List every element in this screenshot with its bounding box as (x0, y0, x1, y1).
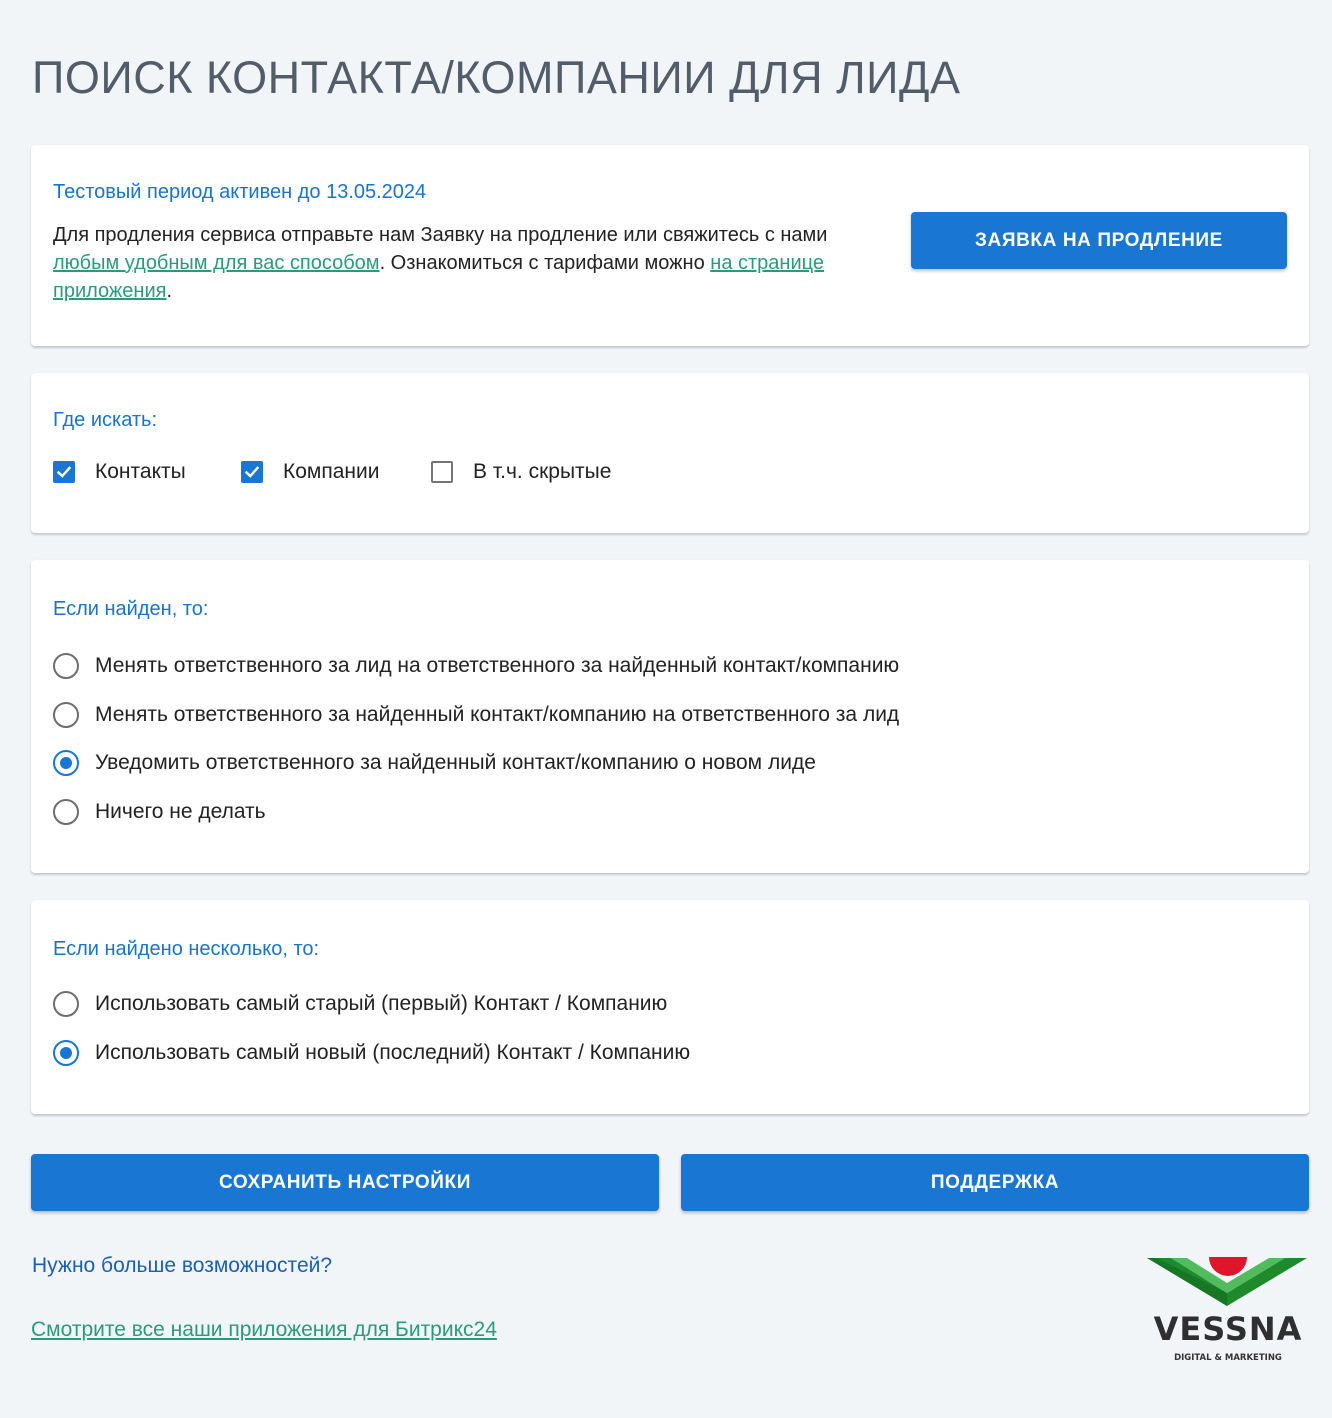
radio-found-option[interactable]: Ничего не делать (53, 799, 266, 825)
trial-text-part3: . (166, 280, 173, 302)
all-apps-link[interactable]: Смотрите все наши приложения для Битрикс… (31, 1318, 497, 1342)
radio-found-option-label: Уведомить ответственного за найденный ко… (95, 751, 816, 774)
trial-text-part2: . Ознакомиться с тарифами можно (379, 252, 711, 274)
radio-many-option[interactable]: Использовать самый новый (последний) Кон… (53, 1040, 690, 1066)
support-button[interactable]: ПОДДЕРЖКА (681, 1154, 1309, 1211)
where-to-search-card: Где искать: Контакты Компании В т.ч. скр… (31, 373, 1309, 533)
trial-status-title: Тестовый период активен до 13.05.2024 (53, 181, 427, 203)
where-to-search-title: Где искать: (53, 409, 158, 431)
checkbox-contacts[interactable]: Контакты (53, 459, 186, 485)
logo-wordmark: VESSNA (1154, 1310, 1303, 1348)
vessna-logo: VESSNA DIGITAL & MARKETING (1145, 1253, 1311, 1363)
if-found-title: Если найден, то: (53, 598, 209, 620)
checkbox-contacts-label: Контакты (95, 460, 186, 483)
trial-description: Для продления сервиса отправьте нам Заяв… (53, 221, 883, 305)
trial-text-part1: Для продления сервиса отправьте нам Заяв… (53, 224, 828, 246)
if-many-title: Если найдено несколько, то: (53, 938, 320, 960)
checkbox-companies[interactable]: Компании (241, 459, 379, 485)
radio-found-option[interactable]: Уведомить ответственного за найденный ко… (53, 750, 816, 776)
radio-unselected-icon[interactable] (53, 991, 79, 1017)
radio-selected-icon[interactable] (53, 750, 79, 776)
radio-unselected-icon[interactable] (53, 799, 79, 825)
if-found-card: Если найден, то: Менять ответственного з… (31, 560, 1309, 873)
if-many-card: Если найдено несколько, то: Использовать… (31, 900, 1309, 1114)
checkbox-checked-icon[interactable] (241, 461, 263, 483)
radio-many-option[interactable]: Использовать самый старый (первый) Конта… (53, 991, 667, 1017)
radio-found-option[interactable]: Менять ответственного за лид на ответств… (53, 653, 899, 679)
radio-many-option-label: Использовать самый старый (первый) Конта… (95, 992, 668, 1015)
contact-us-link[interactable]: любым удобным для вас способом (53, 252, 380, 274)
radio-unselected-icon[interactable] (53, 702, 79, 728)
checkbox-checked-icon[interactable] (53, 461, 75, 483)
radio-found-option[interactable]: Менять ответственного за найденный конта… (53, 702, 899, 728)
checkbox-unchecked-icon[interactable] (431, 461, 453, 483)
radio-found-option-label: Менять ответственного за найденный конта… (95, 703, 900, 726)
trial-card: Тестовый период активен до 13.05.2024 Дл… (31, 145, 1309, 346)
radio-many-option-label: Использовать самый новый (последний) Кон… (95, 1041, 691, 1064)
checkbox-hidden[interactable]: В т.ч. скрытые (431, 459, 611, 485)
radio-selected-icon[interactable] (53, 1040, 79, 1066)
save-settings-button[interactable]: СОХРАНИТЬ НАСТРОЙКИ (31, 1154, 659, 1211)
more-features-heading: Нужно больше возможностей? (32, 1254, 333, 1277)
radio-found-option-label: Менять ответственного за лид на ответств… (95, 654, 900, 677)
checkbox-companies-label: Компании (283, 460, 380, 483)
renewal-request-button[interactable]: ЗАЯВКА НА ПРОДЛЕНИЕ (911, 212, 1287, 269)
radio-found-option-label: Ничего не делать (95, 800, 266, 823)
checkbox-hidden-label: В т.ч. скрытые (473, 460, 612, 483)
logo-tagline: DIGITAL & MARKETING (1174, 1353, 1282, 1363)
page: ПОИСК КОНТАКТА/КОМПАНИИ ДЛЯ ЛИДА Тестовы… (0, 0, 1332, 1418)
radio-unselected-icon[interactable] (53, 653, 79, 679)
page-title: ПОИСК КОНТАКТА/КОМПАНИИ ДЛЯ ЛИДА (32, 52, 961, 103)
